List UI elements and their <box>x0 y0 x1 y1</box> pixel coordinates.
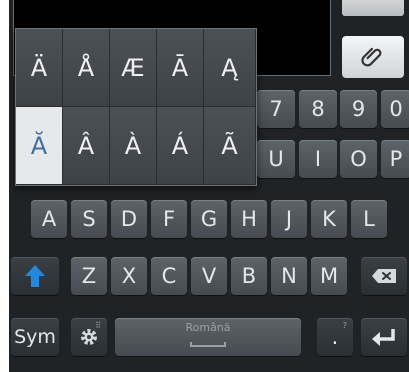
space-language-label: Română <box>185 321 231 334</box>
paperclip-icon <box>360 44 386 70</box>
key-i[interactable]: I <box>299 140 337 178</box>
key-u[interactable]: U <box>257 140 295 178</box>
backspace-icon <box>371 268 397 284</box>
key-b[interactable]: B <box>231 257 267 295</box>
settings-key[interactable]: ⠿ <box>71 318 107 356</box>
keyboard-screen: 7 8 9 0 U I O P A S D F G H J K L Z X C … <box>9 0 409 372</box>
accent-key-selected[interactable]: Ă <box>16 107 63 185</box>
key-x[interactable]: X <box>111 257 147 295</box>
key-m[interactable]: M <box>311 257 347 295</box>
key-n[interactable]: N <box>271 257 307 295</box>
key-h[interactable]: H <box>231 200 267 238</box>
key-o[interactable]: O <box>340 140 377 178</box>
period-key[interactable]: ? . <box>317 318 353 356</box>
key-l[interactable]: L <box>351 200 387 238</box>
shift-icon <box>24 264 46 288</box>
key-c[interactable]: C <box>151 257 187 295</box>
key-0[interactable]: 0 <box>381 90 409 128</box>
accent-popup: Ä Å Æ Ā Ą Ă Â À Á Ã <box>15 28 257 186</box>
enter-key[interactable] <box>361 318 407 356</box>
accent-key[interactable]: À <box>110 107 157 185</box>
accent-key[interactable]: Æ <box>110 29 157 107</box>
key-g[interactable]: G <box>191 200 227 238</box>
accent-key[interactable]: Å <box>63 29 110 107</box>
key-a[interactable]: A <box>31 200 67 238</box>
accent-key[interactable]: Á <box>157 107 204 185</box>
enter-icon <box>371 327 397 347</box>
sym-key[interactable]: Sym <box>11 318 59 356</box>
key-k[interactable]: K <box>311 200 347 238</box>
key-j[interactable]: J <box>271 200 307 238</box>
top-button-strip[interactable] <box>342 0 404 16</box>
key-f[interactable]: F <box>151 200 187 238</box>
key-7[interactable]: 7 <box>257 90 295 128</box>
key-v[interactable]: V <box>191 257 227 295</box>
attach-button[interactable] <box>342 36 404 78</box>
key-8[interactable]: 8 <box>299 90 337 128</box>
space-bar-icon <box>190 342 226 347</box>
settings-hint: ⠿ <box>95 321 101 330</box>
key-9[interactable]: 9 <box>340 90 377 128</box>
key-p[interactable]: P <box>381 140 409 178</box>
key-d[interactable]: D <box>111 200 147 238</box>
key-s[interactable]: S <box>71 200 107 238</box>
accent-key[interactable]: Â <box>63 107 110 185</box>
backspace-key[interactable] <box>361 257 407 295</box>
accent-key[interactable]: Ä <box>16 29 63 107</box>
accent-key[interactable]: Ą <box>204 29 256 107</box>
period-hint: ? <box>342 321 347 330</box>
settings-gear-icon <box>79 327 99 347</box>
accent-key[interactable]: Ã <box>204 107 256 185</box>
accent-key[interactable]: Ā <box>157 29 204 107</box>
space-key[interactable]: Română <box>115 318 301 356</box>
key-z[interactable]: Z <box>71 257 107 295</box>
shift-key[interactable] <box>11 257 59 295</box>
period-label: . <box>331 325 339 349</box>
